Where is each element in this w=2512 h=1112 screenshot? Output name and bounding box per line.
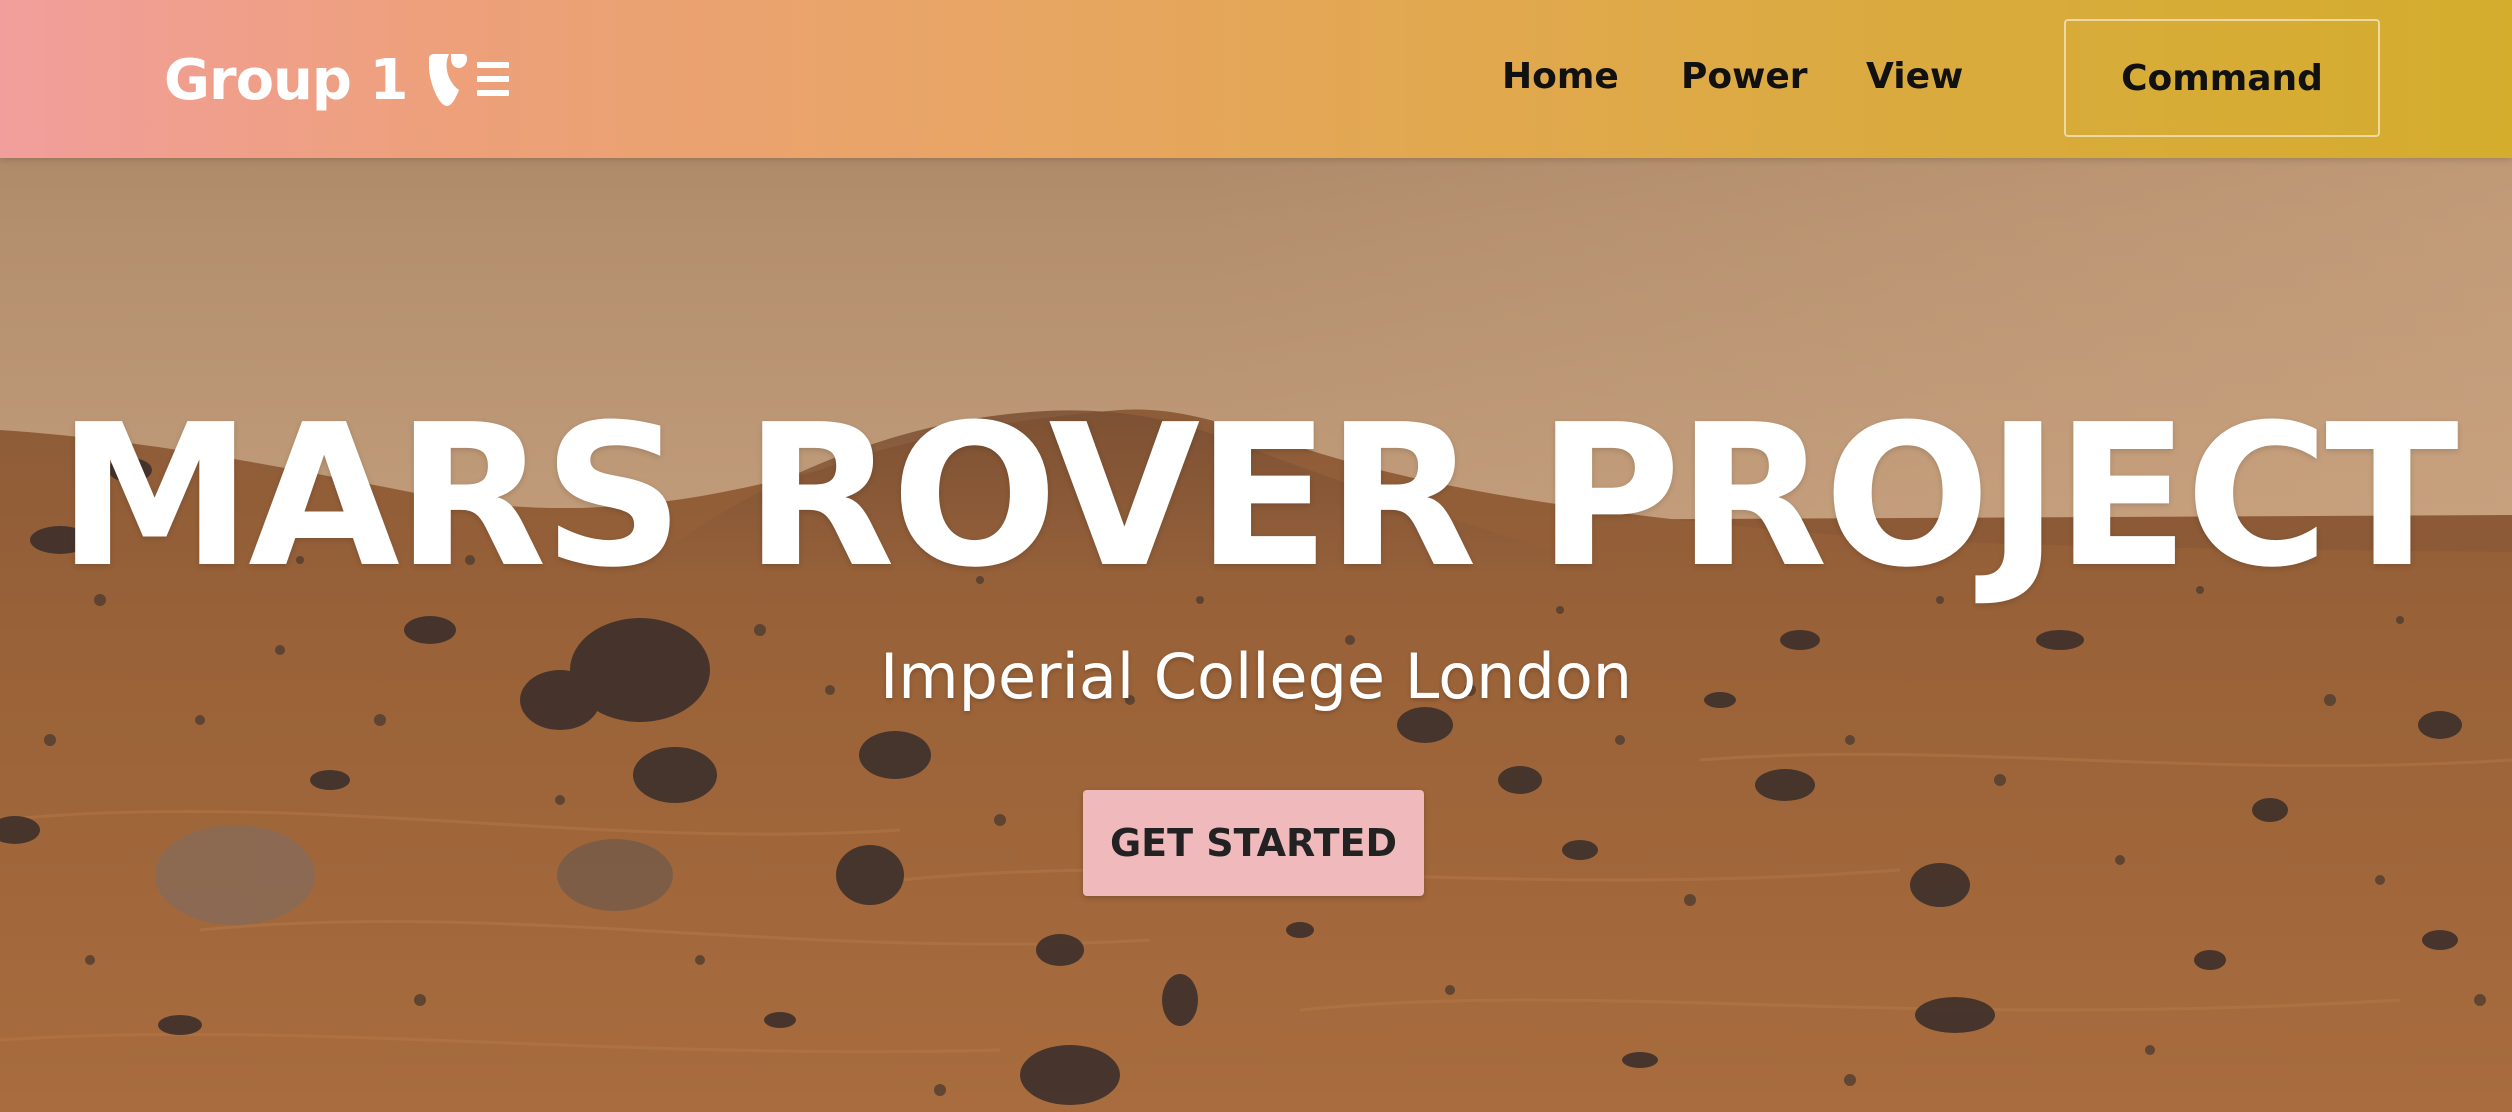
nav-power-link[interactable]: Power (1681, 56, 1808, 97)
get-started-button[interactable]: GET STARTED (1083, 790, 1424, 896)
brand-name: Group 1 (164, 47, 408, 113)
nav-home-link[interactable]: Home (1502, 56, 1619, 97)
top-navbar: Group 1 Home Power View Command (0, 0, 2512, 158)
brand[interactable]: Group 1 (164, 38, 515, 122)
hero-subtitle: Imperial College London (879, 640, 1633, 713)
command-button[interactable]: Command (2064, 19, 2380, 137)
nav-view-link[interactable]: View (1866, 56, 1963, 97)
hero-title: MARS ROVER PROJECT (57, 383, 2459, 611)
typo3-logo-icon (425, 52, 515, 108)
